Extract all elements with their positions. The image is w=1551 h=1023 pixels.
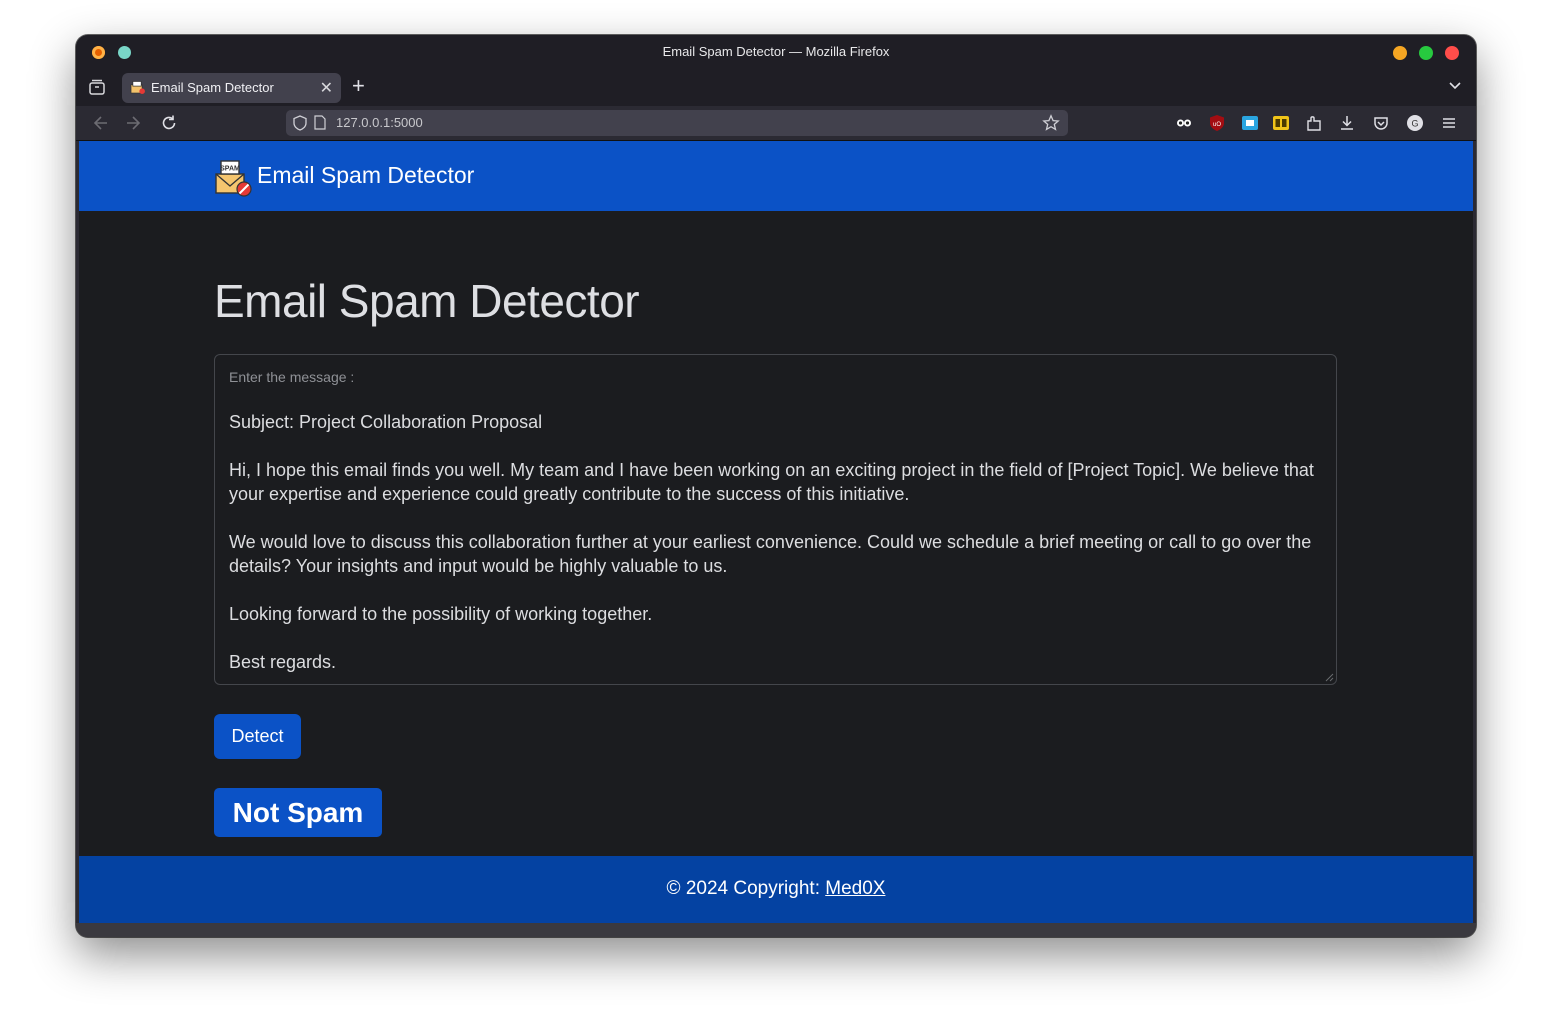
tab-label: Email Spam Detector — [151, 80, 274, 95]
footer-copyright: © 2024 Copyright: Med0X — [79, 878, 1473, 900]
back-icon[interactable] — [90, 113, 110, 133]
svg-text:uO: uO — [1213, 122, 1221, 128]
pocket-icon[interactable] — [1372, 114, 1390, 132]
extension-icon[interactable] — [1305, 114, 1323, 132]
tabs-list-icon[interactable] — [88, 78, 106, 96]
svg-text:G: G — [1411, 119, 1418, 129]
extension-icon[interactable]: uO — [1208, 114, 1226, 132]
navigation-toolbar: 127.0.0.1:5000 uO G — [76, 106, 1476, 141]
author-link[interactable]: Med0X — [825, 878, 885, 899]
reload-icon[interactable] — [159, 113, 179, 133]
close-icon[interactable]: ✕ — [320, 78, 333, 98]
svg-text:SPAM: SPAM — [220, 166, 240, 173]
message-textarea[interactable]: Enter the message : Subject: Project Col… — [214, 354, 1337, 685]
star-icon[interactable] — [1042, 114, 1060, 132]
forward-icon[interactable] — [124, 113, 144, 133]
url-bar[interactable]: 127.0.0.1:5000 — [286, 110, 1068, 136]
account-icon[interactable]: G — [1406, 114, 1424, 132]
plus-icon[interactable]: + — [352, 73, 365, 99]
message-text[interactable]: Subject: Project Collaboration Proposal … — [229, 410, 1325, 674]
page-icon — [314, 115, 326, 130]
extension-icon[interactable] — [1175, 114, 1193, 132]
chevron-down-icon[interactable] — [1448, 79, 1462, 93]
url-text[interactable]: 127.0.0.1:5000 — [336, 115, 423, 130]
extension-icon[interactable] — [1272, 114, 1290, 132]
resize-handle-icon[interactable] — [1324, 672, 1334, 682]
site-navbar: SPAM Email Spam Detector — [79, 141, 1473, 211]
download-icon[interactable] — [1338, 114, 1356, 132]
spam-mail-icon — [130, 81, 145, 94]
browser-window: Email Spam Detector — Mozilla Firefox Em… — [76, 35, 1476, 937]
copyright-text: © 2024 Copyright: — [666, 878, 826, 899]
title-bar: Email Spam Detector — Mozilla Firefox — [76, 35, 1476, 69]
spam-mail-icon[interactable]: SPAM — [214, 159, 252, 197]
message-label: Enter the message : — [229, 369, 355, 385]
zoom-button[interactable] — [1419, 46, 1433, 60]
shield-icon[interactable] — [293, 115, 307, 131]
minimize-button[interactable] — [1393, 46, 1407, 60]
close-window-button[interactable] — [1445, 46, 1459, 60]
page-title: Email Spam Detector — [214, 275, 640, 327]
window-bottom-edge — [76, 923, 1476, 937]
menu-icon[interactable] — [1440, 114, 1458, 132]
result-badge: Not Spam — [214, 788, 382, 837]
detect-button[interactable]: Detect — [214, 714, 301, 759]
window-title: Email Spam Detector — Mozilla Firefox — [662, 44, 890, 59]
tab-bar: Email Spam Detector ✕ + — [76, 69, 1476, 106]
footer: © 2024 Copyright: Med0X — [79, 856, 1473, 923]
brand-name[interactable]: Email Spam Detector — [257, 162, 474, 189]
extension-icon[interactable] — [1241, 114, 1259, 132]
tab-email-spam-detector[interactable]: Email Spam Detector ✕ — [122, 73, 341, 103]
page-viewport: SPAM Email Spam Detector Email Spam Dete… — [79, 141, 1473, 923]
